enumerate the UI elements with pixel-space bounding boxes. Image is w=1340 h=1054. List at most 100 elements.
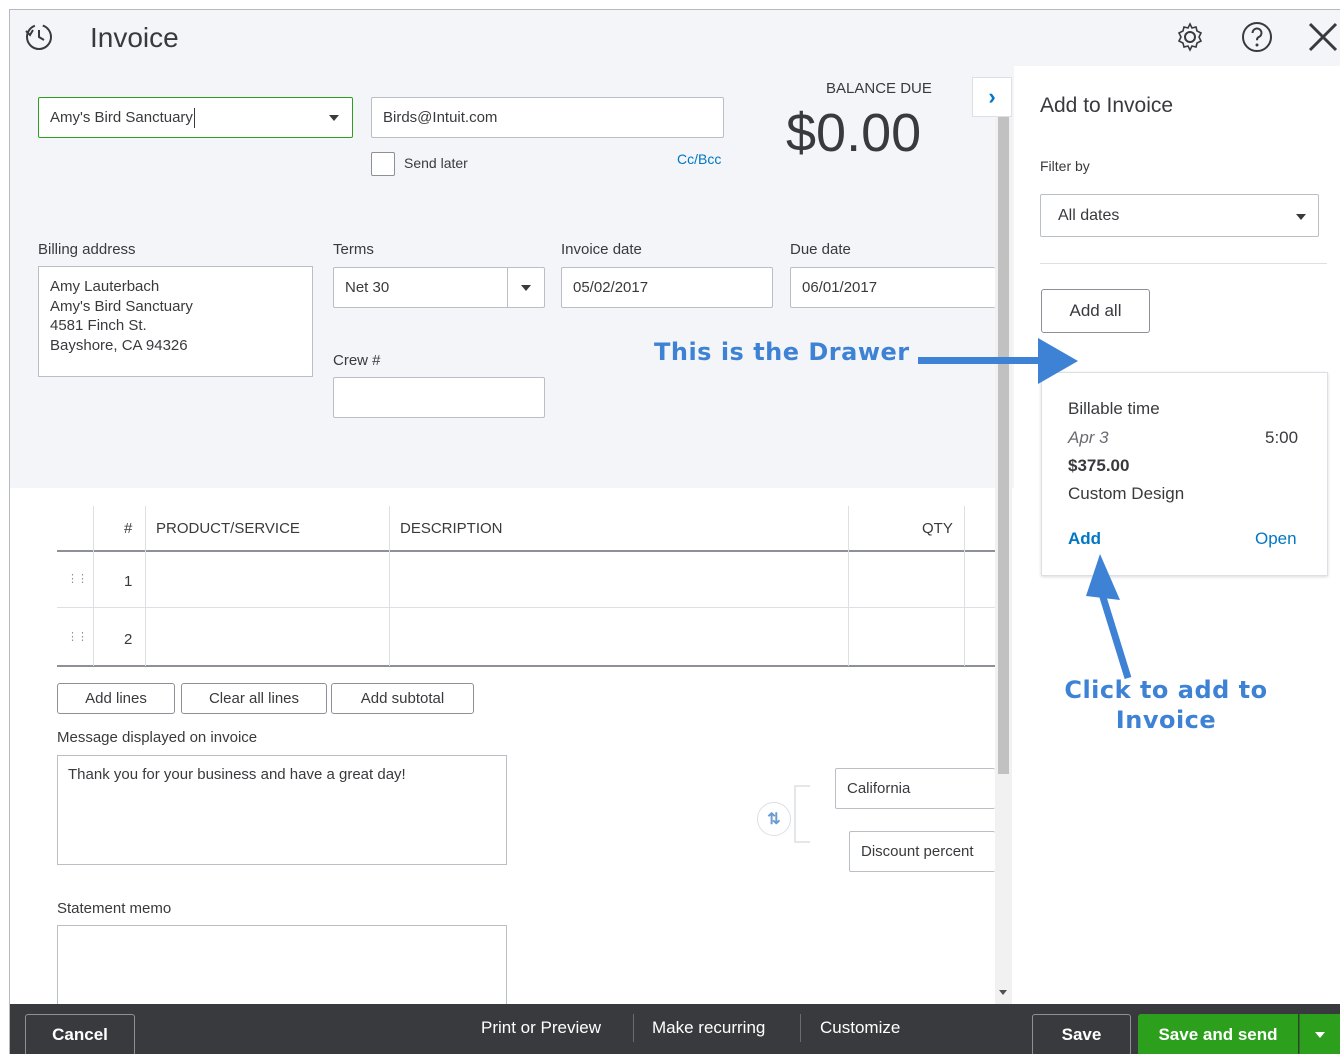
drawer-divider [1040,263,1327,264]
scroll-down-icon[interactable] [999,990,1007,995]
send-later-label: Send later [404,155,468,171]
annotation-arrow-up [1086,554,1132,680]
drawer-toggle-chevron-icon[interactable]: › [972,77,1012,117]
billing-line: Amy's Bird Sanctuary [50,297,193,315]
col-sep [93,506,94,666]
scrollbar-thumb[interactable] [998,110,1009,774]
card-hours: 5:00 [1265,428,1299,447]
footer-bar: Cancel Print or Preview Make recurring C… [10,1004,1340,1054]
statement-memo-field[interactable] [57,925,507,1005]
annotation-arrow-right [918,338,1078,384]
chevron-down-icon[interactable] [1296,214,1306,220]
card-description: Custom Design [1068,484,1185,503]
column-header-number: # [124,520,133,537]
col-sep [145,506,146,666]
table-bottom [57,665,995,667]
close-icon[interactable] [1304,18,1340,56]
crew-field[interactable] [333,377,545,418]
make-recurring-link[interactable]: Make recurring [652,1018,765,1038]
save-button[interactable]: Save [1032,1014,1131,1054]
row-divider [57,607,995,608]
save-options-chevron-icon[interactable] [1299,1014,1340,1054]
title-bar: Invoice [10,10,1340,66]
card-date: Apr 3 [1068,428,1109,447]
annotation-line: Invoice [1115,706,1217,734]
line-items-table: # PRODUCT/SERVICE DESCRIPTION QTY ⋮⋮ 1 ⋮… [57,506,995,669]
footer-divider [633,1014,634,1042]
send-later-checkbox[interactable] [371,152,395,176]
crew-label: Crew # [333,352,381,369]
billing-address-field[interactable]: Amy Lauterbach Amy's Bird Sanctuary 4581… [38,266,313,377]
annotation-line: Click to add to [1064,676,1268,704]
tax-location-select[interactable]: California [835,768,995,809]
message-label: Message displayed on invoice [57,729,258,746]
chevron-down-icon[interactable] [521,285,531,291]
drawer-title: Add to Invoice [1040,94,1174,117]
drag-handle-icon[interactable]: ⋮⋮ [67,572,88,585]
terms-select[interactable]: Net 30 [333,267,545,308]
help-icon[interactable] [1240,20,1274,54]
terms-label: Terms [333,241,374,258]
customer-select[interactable]: Amy's Bird Sanctuary [38,97,353,138]
annotation-drawer-text: This is the Drawer [654,338,910,366]
recent-transactions-icon[interactable] [22,20,56,54]
balance-due-amount: $0.00 [786,103,922,163]
date-filter-value: All dates [1058,206,1120,224]
card-add-link[interactable]: Add [1068,529,1101,549]
card-title: Billable time [1068,399,1160,418]
card-open-link[interactable]: Open [1255,529,1297,549]
annotation-click-text: Click to add to Invoice [1056,675,1276,735]
statement-memo-label: Statement memo [57,900,172,917]
invoice-date-field[interactable]: 05/02/2017 [561,267,773,308]
footer-divider [800,1014,801,1042]
print-preview-link[interactable]: Print or Preview [481,1018,601,1038]
row-number: 2 [124,631,133,648]
column-header-product[interactable]: PRODUCT/SERVICE [156,520,300,537]
invoice-window: Invoice Amy's Bird Sanctuary Birds@Intui… [9,9,1340,1054]
message-field[interactable]: Thank you for your business and have a g… [57,755,507,865]
drag-handle-icon[interactable]: ⋮⋮ [67,630,88,643]
col-sep [389,506,390,666]
chevron-down-icon [1315,1032,1325,1038]
cc-bcc-link[interactable]: Cc/Bcc [677,151,721,167]
save-and-send-button[interactable]: Save and send [1138,1014,1298,1054]
billing-address-label: Billing address [38,241,136,258]
cancel-button[interactable]: Cancel [25,1014,135,1054]
billing-line: Amy Lauterbach [50,278,160,295]
billing-line: Bayshore, CA 94326 [50,336,188,354]
due-date-field[interactable]: 06/01/2017 [790,267,995,308]
swap-order-icon[interactable]: ⇅ [757,802,791,836]
gear-icon[interactable] [1173,20,1207,54]
customer-name: Amy's Bird Sanctuary [50,109,193,126]
due-date-label: Due date [790,241,851,258]
add-all-button[interactable]: Add all [1041,289,1150,333]
discount-select[interactable]: Discount percent [849,831,995,872]
column-header-qty[interactable]: QTY [922,520,953,537]
card-amount: $375.00 [1068,456,1130,475]
invoice-date-label: Invoice date [561,241,642,258]
message-value: Thank you for your business and have a g… [68,766,406,783]
page-title: Invoice [90,22,179,53]
email-field[interactable]: Birds@Intuit.com [371,97,724,138]
add-subtotal-button[interactable]: Add subtotal [331,683,474,714]
filter-label: Filter by [1040,158,1090,174]
terms-value: Net 30 [345,279,390,296]
text-cursor [193,107,195,128]
customize-link[interactable]: Customize [820,1018,900,1038]
add-to-invoice-drawer: Add to Invoice Filter by All dates Add a… [1014,66,1340,1004]
column-header-description[interactable]: DESCRIPTION [400,520,503,537]
col-sep [964,506,965,666]
clear-all-lines-button[interactable]: Clear all lines [181,683,327,714]
scrollbar-track[interactable] [995,110,1012,1004]
email-value: Birds@Intuit.com [383,109,498,126]
due-date-value: 06/01/2017 [802,279,878,296]
discount-value: Discount percent [861,843,974,860]
balance-due-label: BALANCE DUE [826,80,932,97]
col-sep [848,506,849,666]
row-number: 1 [124,573,133,590]
date-filter-select[interactable]: All dates [1040,194,1319,237]
billing-line: 4581 Finch St. [50,317,147,334]
add-lines-button[interactable]: Add lines [57,683,175,714]
select-divider [507,268,508,307]
chevron-down-icon[interactable] [329,115,339,121]
